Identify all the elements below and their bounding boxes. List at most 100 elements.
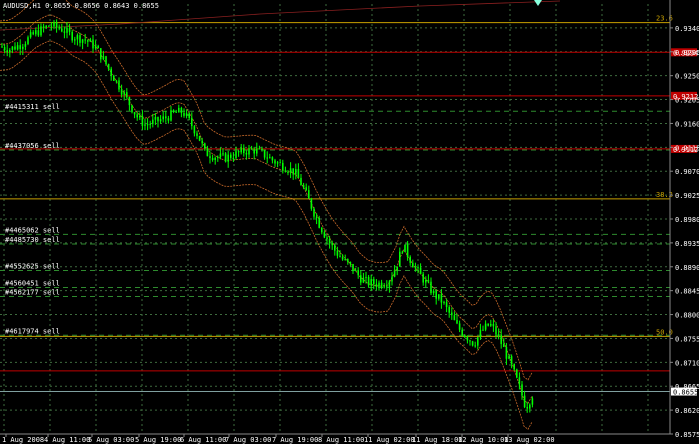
candle-body — [490, 323, 492, 326]
candle-body — [344, 259, 346, 261]
candle-body — [71, 31, 73, 41]
candle-body — [422, 273, 424, 283]
candle-body — [167, 118, 170, 121]
candle-body — [349, 261, 352, 264]
candle-body — [305, 187, 307, 191]
price-tick-label: 0.8575 — [675, 431, 699, 439]
candle-body — [110, 68, 112, 76]
candle-body — [474, 345, 476, 347]
candle-body — [529, 404, 531, 409]
candle-body — [469, 340, 471, 342]
price-tick-label: 0.9070 — [675, 168, 699, 176]
candle-body — [240, 147, 242, 153]
price-tick-label: 0.8710 — [675, 359, 699, 367]
candle-body — [118, 80, 120, 90]
candle-body — [266, 157, 268, 159]
price-tick-label: 0.9025 — [675, 192, 699, 200]
candle-body — [89, 39, 92, 42]
candle-body — [375, 284, 378, 287]
candle-body — [274, 160, 276, 164]
candle-body — [287, 171, 289, 173]
candle-body — [175, 111, 177, 113]
candle-body — [206, 148, 209, 157]
candle-body — [149, 123, 151, 125]
candle-body — [45, 25, 47, 28]
candle-body — [313, 208, 315, 217]
candle-body — [243, 147, 245, 154]
order-label: #4415311 sell — [5, 103, 60, 111]
candle-body — [295, 169, 297, 175]
current-price-label: 0.8655 — [673, 389, 698, 397]
candle-body — [196, 133, 198, 136]
candle-body — [365, 276, 367, 278]
candle-body — [383, 286, 385, 288]
candle-body — [419, 267, 422, 274]
candle-body — [453, 315, 456, 321]
candle-body — [183, 113, 185, 116]
candle-body — [513, 364, 515, 370]
candle-body — [87, 40, 89, 42]
candle-body — [396, 266, 398, 271]
candle-body — [318, 218, 320, 228]
candle-body — [370, 279, 372, 286]
price-tick-label: 0.9295 — [675, 49, 699, 57]
candle-body — [310, 198, 313, 209]
candle-body — [451, 312, 453, 316]
candle-body — [360, 275, 362, 283]
candle-body — [3, 47, 6, 51]
candle-body — [211, 158, 214, 160]
candle-body — [63, 31, 66, 33]
candle-body — [92, 39, 94, 49]
price-tick-label: 0.8845 — [675, 288, 699, 296]
time-tick-label: 8 Aug 11:00 — [318, 436, 364, 444]
candle-body — [261, 148, 263, 150]
candle-body — [1, 46, 3, 48]
candle-body — [404, 244, 406, 252]
candle-body — [505, 347, 508, 359]
candle-body — [48, 25, 50, 27]
candle-body — [214, 157, 216, 160]
candle-body — [440, 294, 443, 303]
candle-body — [113, 75, 115, 81]
candle-body — [154, 117, 157, 120]
candle-body — [159, 119, 162, 122]
candle-body — [292, 168, 294, 175]
candle-body — [284, 170, 287, 172]
candle-body — [165, 116, 167, 119]
candle-body — [328, 239, 331, 243]
candle-body — [331, 242, 333, 246]
candle-body — [16, 45, 19, 50]
candle-body — [170, 110, 172, 121]
candle-body — [425, 279, 427, 283]
candle-body — [76, 35, 79, 40]
candle-body — [461, 329, 463, 336]
candle-body — [391, 276, 393, 282]
price-chart[interactable]: 23.60.92940.92120.911238.250.0 #4415311 … — [0, 0, 699, 444]
candle-body — [471, 341, 474, 346]
price-tick-label: 0.9115 — [675, 144, 699, 152]
candle-body — [29, 32, 32, 38]
candle-body — [35, 30, 37, 35]
candle-body — [492, 323, 495, 327]
candle-body — [336, 250, 339, 256]
candle-body — [406, 244, 409, 257]
time-tick-label: 7 Aug 19:00 — [272, 436, 318, 444]
candle-body — [347, 259, 349, 262]
order-label: #4437056 sell — [5, 142, 60, 150]
candle-body — [432, 290, 435, 294]
candle-body — [172, 110, 175, 112]
time-tick-label: 11 Aug 02:00 — [364, 436, 415, 444]
candle-body — [445, 302, 448, 307]
chart-background — [0, 0, 699, 444]
candle-body — [58, 27, 60, 29]
candle-body — [204, 143, 206, 149]
shift-marker-icon[interactable] — [534, 0, 542, 6]
candle-body — [61, 28, 63, 32]
price-tick-label: 0.8935 — [675, 240, 699, 248]
candle-body — [74, 39, 76, 41]
candle-body — [409, 256, 411, 263]
candle-body — [521, 384, 523, 396]
candle-body — [466, 337, 469, 341]
candle-body — [308, 190, 310, 199]
candle-body — [152, 119, 154, 124]
